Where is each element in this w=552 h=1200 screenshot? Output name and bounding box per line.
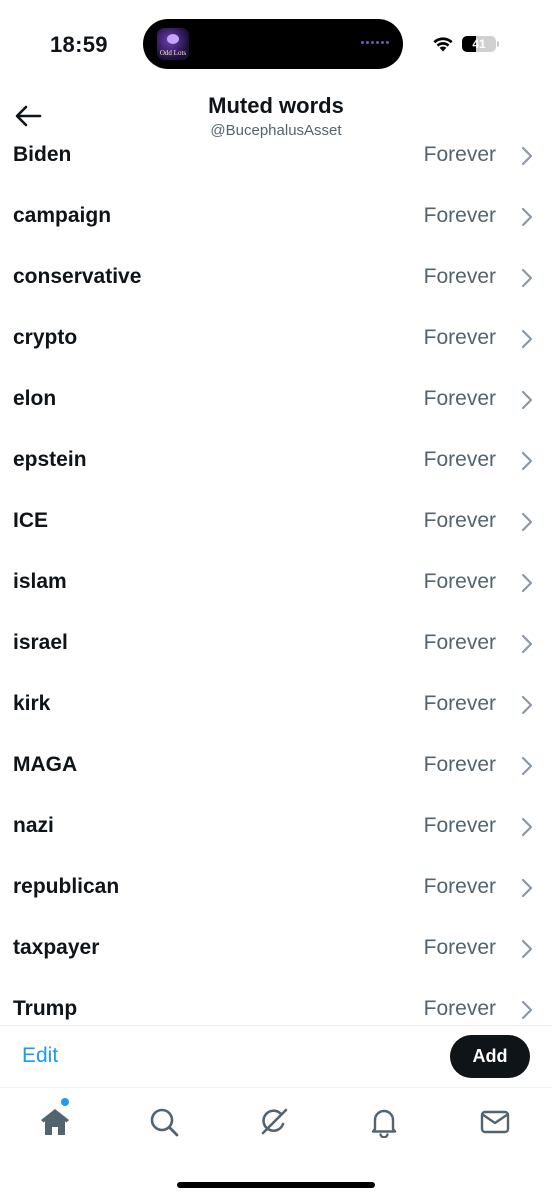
now-playing-artwork[interactable]: Odd Lots xyxy=(157,28,189,60)
wifi-icon xyxy=(433,37,453,52)
mute-duration: Forever xyxy=(423,143,496,166)
chevron-right-icon xyxy=(521,146,533,166)
chevron-right-icon xyxy=(521,817,533,837)
artwork-text: Odd Lots xyxy=(159,49,187,57)
page-title: Muted words xyxy=(208,93,344,118)
mute-duration: Forever xyxy=(423,326,496,349)
muted-word-row[interactable]: epstein Forever xyxy=(0,430,552,491)
battery-icon: 41 xyxy=(462,36,496,52)
muted-words-list[interactable]: Biden Forever campaign Forever conservative F… xyxy=(0,125,552,1025)
chevron-right-icon xyxy=(521,939,533,959)
notification-dot xyxy=(61,1098,69,1106)
chevron-right-icon xyxy=(521,512,533,532)
muted-word: republican xyxy=(13,875,120,898)
chevron-right-icon xyxy=(521,390,533,410)
muted-word-row[interactable]: islam Forever xyxy=(0,552,552,613)
tab-grok[interactable] xyxy=(254,1102,294,1142)
muted-word-row[interactable]: Biden Forever xyxy=(0,125,552,186)
status-bar: 18:59 Odd Lots 41 xyxy=(0,0,552,90)
bell-icon xyxy=(371,1109,397,1138)
battery-percentage: 41 xyxy=(472,37,486,51)
muted-word: islam xyxy=(13,570,67,593)
tab-home[interactable] xyxy=(35,1102,75,1142)
chevron-right-icon xyxy=(521,695,533,715)
muted-word-row[interactable]: MAGA Forever xyxy=(0,735,552,796)
muted-word: Biden xyxy=(13,143,72,166)
add-button[interactable]: Add xyxy=(450,1035,530,1078)
search-icon xyxy=(150,1108,179,1137)
muted-word: conservative xyxy=(13,265,142,288)
muted-word: crypto xyxy=(13,326,78,349)
muted-word-row[interactable]: ICE Forever xyxy=(0,491,552,552)
mute-duration: Forever xyxy=(423,509,496,532)
grok-icon xyxy=(261,1108,288,1135)
muted-word: Trump xyxy=(13,997,78,1020)
mute-duration: Forever xyxy=(423,631,496,654)
muted-word: taxpayer xyxy=(13,936,100,959)
muted-word: israel xyxy=(13,631,68,654)
muted-word: elon xyxy=(13,387,57,410)
muted-word: kirk xyxy=(13,692,51,715)
mute-duration: Forever xyxy=(423,875,496,898)
muted-word-row[interactable]: taxpayer Forever xyxy=(0,918,552,979)
muted-word-row[interactable]: kirk Forever xyxy=(0,674,552,735)
muted-word-row[interactable]: campaign Forever xyxy=(0,186,552,247)
muted-word: campaign xyxy=(13,204,112,227)
dynamic-island[interactable]: Odd Lots xyxy=(143,19,403,69)
muted-word: ICE xyxy=(13,509,49,532)
chevron-right-icon xyxy=(521,634,533,654)
chevron-right-icon xyxy=(521,756,533,776)
muted-word: MAGA xyxy=(13,753,78,776)
chevron-right-icon xyxy=(521,878,533,898)
action-bar: Edit Add xyxy=(0,1025,552,1087)
muted-word: epstein xyxy=(13,448,87,471)
home-icon xyxy=(41,1109,69,1135)
battery-tip xyxy=(497,41,499,47)
muted-word-row[interactable]: elon Forever xyxy=(0,369,552,430)
tab-search[interactable] xyxy=(144,1102,184,1142)
muted-word-row[interactable]: crypto Forever xyxy=(0,308,552,369)
chevron-right-icon xyxy=(521,268,533,288)
mail-icon xyxy=(480,1110,510,1134)
tab-messages[interactable] xyxy=(475,1102,515,1142)
artwork-graphic xyxy=(167,34,179,44)
muted-word-row[interactable]: conservative Forever xyxy=(0,247,552,308)
chevron-right-icon xyxy=(521,1000,533,1020)
mute-duration: Forever xyxy=(423,753,496,776)
chevron-right-icon xyxy=(521,573,533,593)
mute-duration: Forever xyxy=(423,387,496,410)
mute-duration: Forever xyxy=(423,997,496,1020)
mute-duration: Forever xyxy=(423,692,496,715)
home-indicator[interactable] xyxy=(177,1182,375,1188)
chevron-right-icon xyxy=(521,329,533,349)
mute-duration: Forever xyxy=(423,936,496,959)
chevron-right-icon xyxy=(521,207,533,227)
chevron-right-icon xyxy=(521,451,533,471)
tab-notifications[interactable] xyxy=(364,1102,404,1142)
muted-word: nazi xyxy=(13,814,54,837)
muted-word-row[interactable]: israel Forever xyxy=(0,613,552,674)
edit-button[interactable]: Edit xyxy=(22,1044,58,1068)
muted-word-row[interactable]: republican Forever xyxy=(0,857,552,918)
mute-duration: Forever xyxy=(423,814,496,837)
muted-word-row[interactable]: nazi Forever xyxy=(0,796,552,857)
mute-duration: Forever xyxy=(423,204,496,227)
muted-word-row[interactable]: Trump Forever xyxy=(0,979,552,1025)
audio-waveform-icon xyxy=(361,41,391,47)
status-time: 18:59 xyxy=(50,32,108,57)
mute-duration: Forever xyxy=(423,570,496,593)
mute-duration: Forever xyxy=(423,265,496,288)
mute-duration: Forever xyxy=(423,448,496,471)
